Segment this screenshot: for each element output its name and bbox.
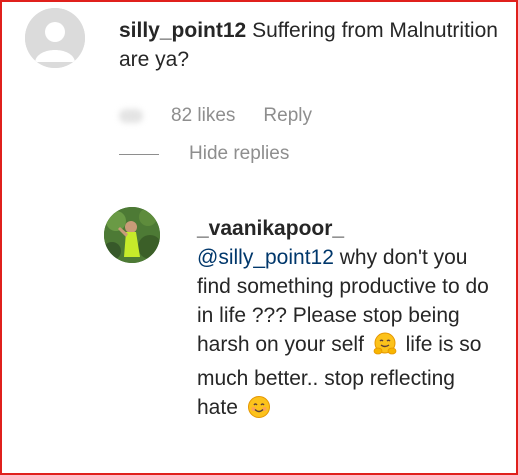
smiling-face-emoji [247,395,271,427]
replies-divider [119,153,159,155]
comment-username[interactable]: silly_point12 [119,19,246,42]
reply-button[interactable]: Reply [263,105,312,127]
likes-count[interactable]: 82 likes [171,105,235,127]
replies-toggle-row: Hide replies [119,140,289,168]
reply-body: _vaanikapoor_ @silly_point12 why don't y… [197,214,497,427]
comment-thread-frame: silly_point12 Suffering from Malnutritio… [0,0,518,475]
hide-replies-button[interactable]: Hide replies [189,143,289,165]
comment-body: silly_point12 Suffering from Malnutritio… [119,16,499,74]
blurred-timestamp [119,109,143,123]
reply-avatar[interactable] [104,207,160,263]
reply-mention[interactable]: @silly_point12 [197,246,334,269]
comment-meta: 82 likes Reply [119,102,312,130]
reply-username[interactable]: _vaanikapoor_ [197,214,497,243]
hugging-face-emoji [373,332,397,364]
default-avatar-icon[interactable] [25,8,85,68]
